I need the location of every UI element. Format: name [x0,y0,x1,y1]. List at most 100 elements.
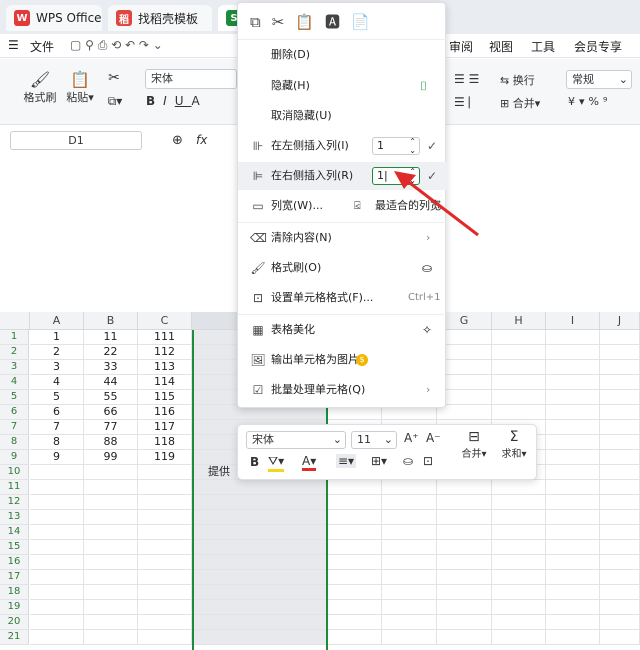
table-cell[interactable] [328,510,382,525]
table-cell[interactable] [492,600,546,615]
table-cell[interactable] [492,570,546,585]
table-cell[interactable] [192,555,328,570]
table-cell[interactable] [138,585,192,600]
table-cell[interactable] [328,570,382,585]
table-cell[interactable] [546,360,600,375]
table-cell[interactable] [382,630,437,645]
table-cell[interactable] [546,375,600,390]
table-cell[interactable] [192,525,328,540]
table-cell[interactable] [328,555,382,570]
table-cell[interactable] [546,555,600,570]
table-cell[interactable] [30,570,84,585]
mini-merge-button[interactable]: ⊟ 合并▾ [456,429,492,460]
table-cell[interactable] [437,510,492,525]
table-cell[interactable] [84,630,138,645]
table-cell[interactable] [30,510,84,525]
table-cell[interactable] [600,360,640,375]
row-header[interactable]: 18 [0,585,29,600]
font-name-select[interactable]: 宋体 [145,69,237,89]
table-cell[interactable] [546,585,600,600]
table-cell[interactable]: 66 [84,405,138,420]
menu-item-hide[interactable]: 隐藏(H) ⌷ [238,72,447,100]
table-cell[interactable] [328,585,382,600]
table-cell[interactable] [600,375,640,390]
table-cell[interactable] [192,510,328,525]
fill-bucket-icon[interactable]: ⛀ [403,454,413,468]
table-cell[interactable]: 55 [84,390,138,405]
table-cell[interactable] [546,480,600,495]
table-cell[interactable] [600,630,640,645]
confirm-check-icon[interactable]: ✓ [427,132,437,160]
paste-button[interactable]: 📋 粘贴▾ [62,70,98,105]
clipboard-actions[interactable]: ⧉✂📋🅰📄 [250,11,400,32]
table-cell[interactable] [546,420,600,435]
column-header-h[interactable]: H [492,312,546,330]
table-cell[interactable] [192,540,328,555]
table-cell[interactable] [382,585,437,600]
menu-review[interactable]: 审阅 [449,38,473,55]
table-cell[interactable] [600,345,640,360]
table-cell[interactable] [30,585,84,600]
table-cell[interactable] [600,600,640,615]
table-cell[interactable] [600,525,640,540]
table-cell[interactable] [492,510,546,525]
table-cell[interactable] [492,405,546,420]
row-header[interactable]: 11 [0,480,29,495]
table-cell[interactable] [546,405,600,420]
menu-item-insert-left[interactable]: ⊪ 在左侧插入列(I) 1 ⌃ ⌄ ✓ [238,132,447,160]
wrap-button[interactable]: ⇆ 换行 [500,72,544,88]
table-cell[interactable] [600,450,640,465]
name-box[interactable]: D1 [10,131,142,150]
table-cell[interactable]: 3 [30,360,84,375]
number-format-buttons[interactable]: ¥▾%⁹ [568,95,634,108]
quick-access-icons[interactable]: ▢ ⚲ ⎙ ⟲ ↶ ↷ ⌄ [70,38,163,53]
table-cell[interactable] [84,540,138,555]
table-cell[interactable] [30,615,84,630]
menu-item-format-cells[interactable]: ⊡ 设置单元格格式(F)... Ctrl+1 [238,284,447,312]
table-cell[interactable] [192,615,328,630]
select-all-corner[interactable] [0,312,30,330]
table-cell[interactable] [546,435,600,450]
row-header[interactable]: 2 [0,345,29,360]
table-cell[interactable] [437,555,492,570]
row-header[interactable]: 14 [0,525,29,540]
table-cell[interactable]: 2 [30,345,84,360]
merge-button[interactable]: ⊞ 合并▾ [500,95,550,111]
table-cell[interactable] [30,540,84,555]
row-header[interactable]: 9 [0,450,29,465]
table-cell[interactable] [30,555,84,570]
table-cell[interactable]: 1 [30,330,84,345]
row-header[interactable]: 20 [0,615,29,630]
fx-label[interactable]: fx [196,133,207,147]
align-icons[interactable]: ☰ ☰ [454,72,494,86]
column-header-i[interactable]: I [546,312,600,330]
row-header[interactable]: 16 [0,555,29,570]
table-cell[interactable] [382,555,437,570]
table-cell[interactable] [492,480,546,495]
table-cell[interactable] [138,465,192,480]
table-cell[interactable] [437,615,492,630]
table-cell[interactable] [546,540,600,555]
table-cell[interactable] [382,615,437,630]
table-cell[interactable]: 99 [84,450,138,465]
table-cell[interactable] [138,510,192,525]
table-cell[interactable] [138,555,192,570]
table-cell[interactable]: 4 [30,375,84,390]
table-cell[interactable] [492,390,546,405]
table-cell[interactable] [328,630,382,645]
tab-template[interactable]: 稻 找稻壳模板 [108,5,212,31]
table-cell[interactable] [328,525,382,540]
menu-member[interactable]: 会员专享 [574,38,622,55]
table-cell[interactable]: 111 [138,330,192,345]
bold-button[interactable]: B [250,455,259,469]
table-cell[interactable] [84,600,138,615]
table-cell[interactable] [600,465,640,480]
mini-font-select[interactable]: 宋体 ⌄ [246,431,346,449]
row-header[interactable]: 15 [0,540,29,555]
cut-icon[interactable]: ✂ [100,70,128,86]
table-cell[interactable] [546,465,600,480]
table-cell[interactable] [328,600,382,615]
table-cell[interactable] [600,435,640,450]
table-cell[interactable] [382,570,437,585]
table-cell[interactable]: 77 [84,420,138,435]
